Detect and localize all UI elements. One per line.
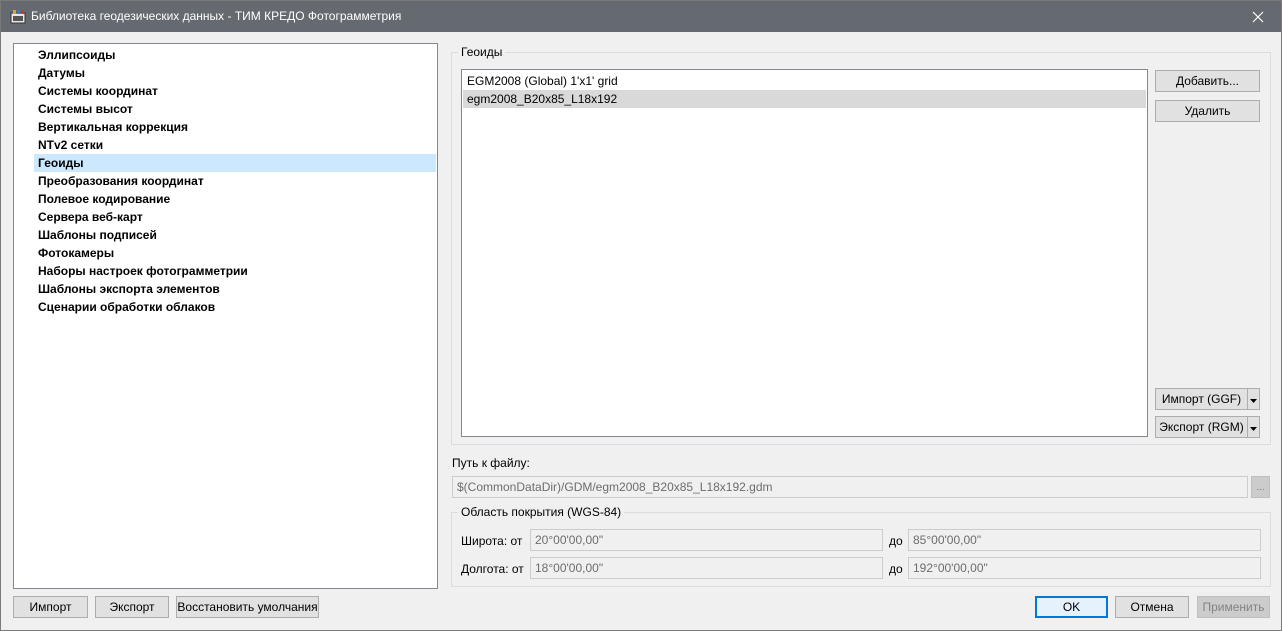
file-path-label: Путь к файлу: [452, 456, 530, 470]
window-title: Библиотека геодезических данных - ТИМ КР… [31, 9, 402, 23]
geoid-item-selected[interactable]: egm2008_B20x85_L18x192 [463, 90, 1146, 108]
nav-item-cameras[interactable]: Фотокамеры [34, 244, 436, 262]
nav-item-photogrammetry-settings[interactable]: Наборы настроек фотограмметрии [34, 262, 436, 280]
nav-item-geoids[interactable]: Геоиды [34, 154, 436, 172]
longitude-to-label: до [889, 562, 903, 576]
nav-item-coordinate-systems[interactable]: Системы координат [34, 82, 436, 100]
nav-item-cloud-processing-scenarios[interactable]: Сценарии обработки облаков [34, 298, 436, 316]
nav-item-vertical-correction[interactable]: Вертикальная коррекция [34, 118, 436, 136]
import-ggf-dropdown[interactable] [1247, 388, 1260, 410]
add-geoid-button[interactable]: Добавить... [1155, 70, 1260, 92]
latitude-from-label: Широта: от [461, 534, 523, 548]
geoid-list[interactable]: EGM2008 (Global) 1'x1' grid egm2008_B20x… [461, 69, 1148, 437]
nav-item-field-coding[interactable]: Полевое кодирование [34, 190, 436, 208]
nav-item-label-templates[interactable]: Шаблоны подписей [34, 226, 436, 244]
nav-item-coordinate-transformations[interactable]: Преобразования координат [34, 172, 436, 190]
caret-down-icon [1250, 420, 1257, 434]
nav-item-datums[interactable]: Датумы [34, 64, 436, 82]
library-category-list[interactable]: Эллипсоиды Датумы Системы координат Сист… [13, 43, 438, 589]
dialog-window: Библиотека геодезических данных - ТИМ КР… [0, 0, 1282, 631]
file-path-field[interactable]: $(CommonDataDir)/GDM/egm2008_B20x85_L18x… [452, 476, 1248, 498]
export-rgm-dropdown[interactable] [1247, 416, 1260, 438]
browse-file-button[interactable]: ... [1251, 476, 1270, 498]
apply-button[interactable]: Применить [1197, 596, 1270, 618]
cancel-button[interactable]: Отмена [1115, 596, 1189, 618]
longitude-to-field[interactable]: 192°00'00,00" [908, 557, 1261, 579]
caret-down-icon [1250, 392, 1257, 406]
close-icon[interactable] [1235, 1, 1281, 32]
nav-item-ellipsoids[interactable]: Эллипсоиды [34, 46, 436, 64]
longitude-from-field[interactable]: 18°00'00,00" [530, 557, 883, 579]
geoids-group-label: Геоиды [458, 45, 506, 59]
import-button[interactable]: Импорт [13, 596, 88, 618]
nav-item-web-map-servers[interactable]: Сервера веб-карт [34, 208, 436, 226]
latitude-from-field[interactable]: 20°00'00,00" [530, 529, 883, 551]
longitude-from-label: Долгота: от [461, 562, 524, 576]
delete-geoid-button[interactable]: Удалить [1155, 100, 1260, 122]
app-icon [10, 9, 26, 24]
title-bar[interactable]: Библиотека геодезических данных - ТИМ КР… [1, 1, 1281, 32]
geoid-item[interactable]: EGM2008 (Global) 1'x1' grid [463, 72, 1146, 90]
nav-item-ntv2-grids[interactable]: NTv2 сетки [34, 136, 436, 154]
latitude-to-label: до [889, 534, 903, 548]
coverage-group-label: Область покрытия (WGS-84) [458, 505, 625, 519]
import-ggf-button[interactable]: Импорт (GGF) [1155, 388, 1248, 410]
export-rgm-button[interactable]: Экспорт (RGM) [1155, 416, 1248, 438]
nav-item-element-export-templates[interactable]: Шаблоны экспорта элементов [34, 280, 436, 298]
export-button[interactable]: Экспорт [95, 596, 169, 618]
ok-button[interactable]: OK [1035, 596, 1108, 618]
restore-defaults-button[interactable]: Восстановить умолчания [176, 596, 319, 618]
latitude-to-field[interactable]: 85°00'00,00" [908, 529, 1261, 551]
nav-item-height-systems[interactable]: Системы высот [34, 100, 436, 118]
